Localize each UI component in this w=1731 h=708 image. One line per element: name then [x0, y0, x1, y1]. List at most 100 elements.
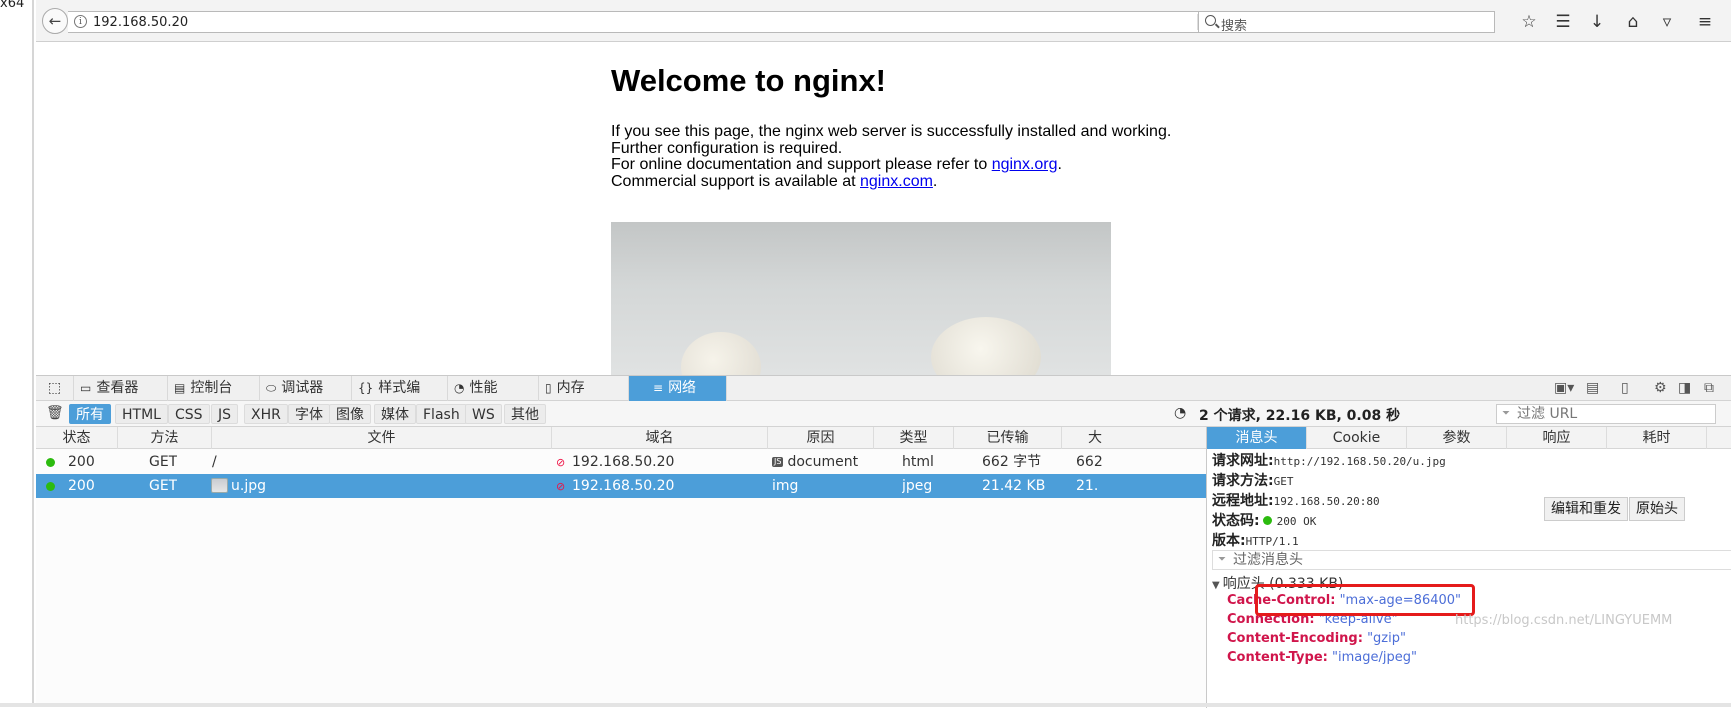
row-type: html	[902, 454, 934, 470]
intro-paragraph: If you see this page, the nginx web serv…	[611, 123, 1171, 157]
image-detail	[931, 317, 1041, 375]
pocket-icon[interactable]: ▿	[1656, 12, 1678, 32]
tab-console-label: 控制台	[190, 380, 233, 396]
row-method: GET	[149, 478, 178, 494]
row-file: /	[212, 454, 217, 470]
tab-style-editor[interactable]: {}样式编辑...	[352, 376, 448, 421]
download-icon[interactable]: ↓	[1586, 12, 1608, 32]
column-status[interactable]: 状态	[36, 427, 118, 449]
trash-icon[interactable]: 🗑	[46, 405, 64, 421]
reader-list-icon[interactable]: ☰	[1552, 12, 1574, 32]
raw-headers-button[interactable]: 原始头	[1629, 497, 1685, 521]
filter-media[interactable]: 媒体	[374, 404, 416, 424]
row-transferred: 662 字节	[982, 454, 1042, 470]
row-domain: 192.168.50.20	[572, 454, 675, 470]
responsive-mode-icon[interactable]: ▯	[1621, 380, 1629, 396]
tab-timings[interactable]: 耗时	[1607, 427, 1707, 449]
tab-performance-label: 性能	[469, 380, 498, 396]
support-line-2-prefix: Commercial support is available at	[611, 173, 860, 190]
request-url-row: 请求网址:http://192.168.50.20/u.jpg	[1212, 450, 1446, 470]
status-ok-icon	[46, 458, 55, 467]
filter-all[interactable]: 所有	[69, 404, 111, 424]
nginx-org-link[interactable]: nginx.org	[992, 156, 1058, 173]
image-thumbnail-icon	[211, 478, 228, 493]
column-type[interactable]: 类型	[874, 427, 954, 449]
remote-address-value: 192.168.50.20:80	[1273, 495, 1380, 508]
search-icon	[1205, 15, 1216, 26]
request-method-value: GET	[1273, 475, 1294, 488]
filter-flash[interactable]: Flash	[416, 404, 467, 424]
filter-url-input[interactable]: 过滤 URL	[1496, 404, 1716, 424]
request-summary: 2 个请求, 22.16 KB, 0.08 秒	[1199, 408, 1401, 424]
column-cause[interactable]: 原因	[768, 427, 874, 449]
tab-debugger[interactable]: ⬭ 调试器	[260, 376, 352, 401]
performance-analysis-icon[interactable]: ◔	[1174, 405, 1186, 421]
row-domain-cell: ⊘ 192.168.50.20	[556, 474, 674, 498]
url-bar[interactable]: i 192.168.50.20 ↻	[68, 11, 1223, 33]
filter-other[interactable]: 其他	[504, 404, 546, 424]
home-icon[interactable]: ⌂	[1622, 12, 1644, 32]
status-strip	[0, 703, 1731, 707]
filter-html[interactable]: HTML	[115, 404, 168, 424]
version-value: HTTP/1.1	[1245, 535, 1299, 548]
element-picker-icon[interactable]: ⬚	[36, 376, 74, 401]
tab-console[interactable]: ▤ 控制台	[168, 376, 260, 401]
support-line-2-suffix: .	[932, 173, 938, 190]
row-file-cell: u.jpg	[211, 474, 266, 498]
request-url-value: http://192.168.50.20/u.jpg	[1273, 455, 1446, 468]
edit-resend-button[interactable]: 编辑和重发	[1544, 497, 1628, 521]
performance-icon: ◔	[454, 381, 465, 395]
network-filter-bar: 🗑 所有 HTML CSS JS XHR 字体 图像 媒体 Flash WS 其…	[36, 401, 1731, 427]
column-domain[interactable]: 域名	[552, 427, 768, 449]
tab-memory[interactable]: ▯ 内存	[539, 376, 629, 401]
dock-options-icon[interactable]: ▣▾	[1554, 380, 1574, 396]
bookmark-star-icon[interactable]: ☆	[1518, 12, 1540, 32]
menu-icon[interactable]: ≡	[1694, 12, 1716, 32]
header-value: "image/jpeg"	[1331, 650, 1417, 665]
search-input[interactable]: 搜索	[1198, 11, 1495, 34]
header-name: Content-Encoding:	[1227, 631, 1363, 646]
info-icon[interactable]: i	[74, 15, 87, 28]
filter-xhr[interactable]: XHR	[244, 404, 288, 424]
column-size[interactable]: 大	[1062, 427, 1102, 449]
tab-inspector[interactable]: ▭ 查看器	[74, 376, 168, 401]
tab-response[interactable]: 响应	[1507, 427, 1607, 449]
tab-headers[interactable]: 消息头	[1207, 427, 1307, 449]
tab-params[interactable]: 参数	[1407, 427, 1507, 449]
filter-images[interactable]: 图像	[329, 404, 371, 424]
column-file[interactable]: 文件	[212, 427, 552, 449]
insecure-lock-icon: ⊘	[556, 456, 566, 469]
devtools-tabbar: ⬚ ▭ 查看器 ▤ 控制台 ⬭ 调试器 {}样式编辑... ◔ 性能 ▯ 内存 ≡ 网络 ▣…	[36, 376, 1731, 421]
devtools-panel: ⬚ ▭ 查看器 ▤ 控制台 ⬭ 调试器 {}样式编辑... ◔ 性能 ▯ 内存 ≡ 网络 ▣…	[36, 375, 1731, 708]
request-url-label: 请求网址:	[1212, 453, 1274, 469]
filter-js[interactable]: JS	[211, 404, 239, 424]
tab-cookies[interactable]: Cookie	[1307, 427, 1407, 449]
separate-window-icon[interactable]: ⧉	[1704, 380, 1714, 396]
row-transferred: 21.42 KB	[982, 478, 1046, 494]
tab-debugger-label: 调试器	[281, 380, 324, 396]
request-row[interactable]: 200 GET / ⊘ 192.168.50.20 JS document html…	[36, 450, 1206, 474]
page-content: Welcome to nginx! If you see this page, …	[36, 42, 1731, 375]
tab-network-label: 网络	[668, 380, 697, 396]
request-row-selected[interactable]: 200 GET u.jpg ⊘ 192.168.50.20 img jpeg 21…	[36, 474, 1206, 498]
watermark-text: https://blog.csdn.net/LINGYUEMM	[1455, 613, 1673, 628]
url-text[interactable]: 192.168.50.20	[93, 15, 188, 30]
filter-fonts[interactable]: 字体	[288, 404, 330, 424]
filter-css[interactable]: CSS	[168, 404, 210, 424]
back-button[interactable]: ←	[42, 8, 68, 34]
column-transferred[interactable]: 已传输	[954, 427, 1062, 449]
filter-headers-input[interactable]: 过滤消息头	[1212, 550, 1731, 570]
settings-gear-icon[interactable]: ⚙	[1654, 380, 1667, 396]
row-status: 200	[68, 478, 95, 494]
tab-performance[interactable]: ◔ 性能	[448, 376, 539, 401]
nginx-com-link[interactable]: nginx.com	[860, 173, 933, 190]
row-domain: 192.168.50.20	[572, 478, 675, 494]
tab-network[interactable]: ≡ 网络	[629, 376, 727, 401]
row-status: 200	[68, 454, 95, 470]
filter-ws[interactable]: WS	[465, 404, 502, 424]
column-method[interactable]: 方法	[118, 427, 212, 449]
dock-side-icon[interactable]: ◨	[1678, 380, 1691, 396]
split-console-icon[interactable]: ▤	[1586, 380, 1599, 396]
support-line-1-suffix: .	[1057, 156, 1062, 173]
remote-address-row: 远程地址:192.168.50.20:80	[1212, 490, 1380, 510]
